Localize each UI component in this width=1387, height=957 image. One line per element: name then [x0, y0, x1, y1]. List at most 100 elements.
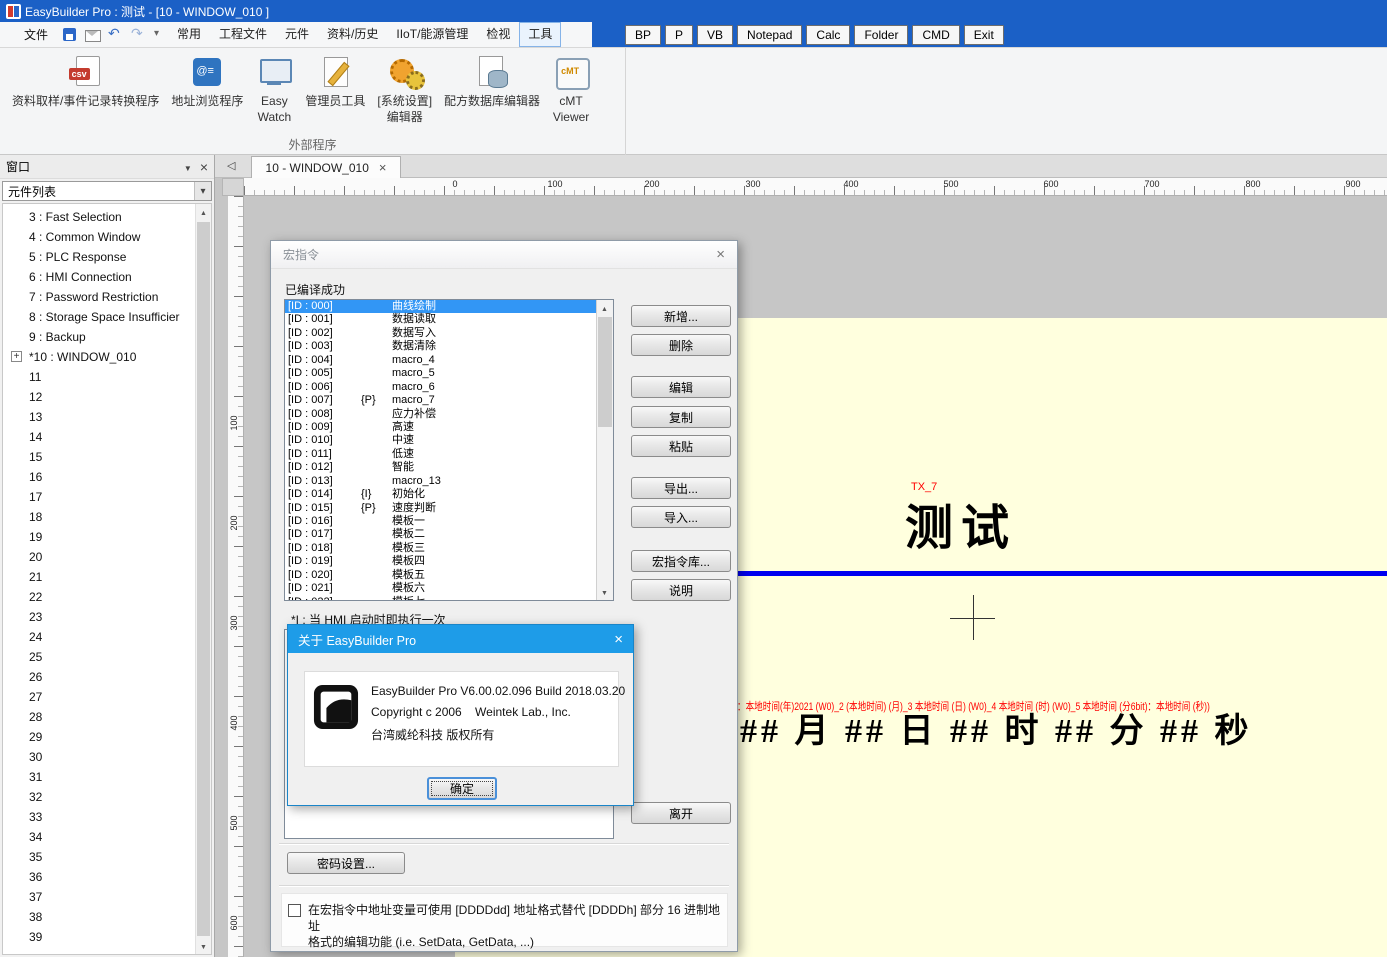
macro-list-item[interactable]: [ID : 014] {I} 初始化 — [285, 488, 613, 501]
add-macro-button[interactable]: 新增... — [631, 305, 731, 327]
window-tree-item[interactable]: 12 — [3, 387, 211, 407]
redo-icon[interactable] — [131, 27, 147, 43]
tab-tools[interactable]: 工具 — [519, 22, 561, 47]
window-tree-item[interactable]: 7 : Password Restriction — [3, 287, 211, 307]
macro-library-button[interactable]: 宏指令库... — [631, 550, 731, 572]
macro-list-item[interactable]: [ID : 015] {P} 速度判断 — [285, 502, 613, 515]
window-tree-item[interactable]: 31 — [3, 767, 211, 787]
window-tree-item[interactable]: 24 — [3, 627, 211, 647]
help-button[interactable]: 说明 — [631, 579, 731, 601]
paste-macro-button[interactable]: 粘贴 — [631, 435, 731, 457]
scroll-up-icon[interactable] — [196, 204, 211, 220]
quick-launch-button[interactable]: VB — [697, 25, 733, 45]
window-tree-item[interactable]: 11 — [3, 367, 211, 387]
tab-home[interactable]: 常用 — [168, 22, 210, 47]
macro-list-item[interactable]: [ID : 006] macro_6 — [285, 381, 613, 394]
window-tree-item[interactable]: 19 — [3, 527, 211, 547]
expand-icon[interactable] — [11, 351, 22, 362]
window-tree-item[interactable]: 15 — [3, 447, 211, 467]
document-tab[interactable]: 10 - WINDOW_010 — [251, 156, 401, 178]
window-tree-item[interactable]: 25 — [3, 647, 211, 667]
delete-macro-button[interactable]: 删除 — [631, 334, 731, 356]
window-tree-item[interactable]: 39 — [3, 927, 211, 947]
window-tree-item[interactable]: 18 — [3, 507, 211, 527]
quick-launch-button[interactable]: Folder — [854, 25, 908, 45]
exit-dialog-button[interactable]: 离开 — [631, 802, 731, 824]
view-mode-dropdown[interactable]: 元件列表 — [2, 181, 212, 201]
undo-icon[interactable] — [108, 27, 124, 43]
macro-list-item[interactable]: [ID : 016] 模板一 — [285, 515, 613, 528]
canvas-text-object[interactable]: 测试 — [905, 488, 1017, 558]
window-tree-item[interactable]: 3 : Fast Selection — [3, 207, 211, 227]
ribbon-tool-button[interactable]: Easy Watch — [249, 55, 299, 125]
macro-list-item[interactable]: [ID : 019] 模板四 — [285, 555, 613, 568]
window-tree-item[interactable]: 20 — [3, 547, 211, 567]
macro-list-item[interactable]: [ID : 022] 模板七 — [285, 596, 613, 601]
address-format-checkbox[interactable] — [288, 904, 301, 917]
ribbon-tool-button[interactable]: [系统设置] 编辑器 — [371, 55, 438, 125]
window-tree-item[interactable]: 17 — [3, 487, 211, 507]
window-tree-item[interactable]: 32 — [3, 787, 211, 807]
window-tree-item[interactable]: 23 — [3, 607, 211, 627]
macro-list-item[interactable]: [ID : 010] 中速 — [285, 434, 613, 447]
scroll-down-icon[interactable] — [597, 584, 612, 600]
window-tree-item[interactable]: *10 : WINDOW_010 — [3, 347, 211, 367]
window-tree-item[interactable]: 5 : PLC Response — [3, 247, 211, 267]
macro-list-item[interactable]: [ID : 020] 模板五 — [285, 569, 613, 582]
window-tree-item[interactable]: 16 — [3, 467, 211, 487]
scroll-up-icon[interactable] — [597, 300, 612, 316]
ribbon-tool-button[interactable]: cMT Viewer — [546, 55, 596, 125]
window-tree-item[interactable]: 37 — [3, 887, 211, 907]
macro-list-item[interactable]: [ID : 007] {P} macro_7 — [285, 394, 613, 407]
export-icon[interactable] — [85, 27, 101, 43]
scrollbar-thumb[interactable] — [197, 222, 210, 936]
quick-launch-button[interactable]: BP — [625, 25, 661, 45]
window-tree-item[interactable]: 9 : Backup — [3, 327, 211, 347]
tab-project[interactable]: 工程文件 — [210, 22, 276, 47]
close-tab-icon[interactable] — [379, 160, 387, 175]
window-tree-item[interactable]: 8 : Storage Space Insufficier — [3, 307, 211, 327]
tab-view[interactable]: 检视 — [477, 22, 519, 47]
close-icon[interactable] — [716, 246, 725, 263]
ribbon-tool-button[interactable]: 管理员工具 — [299, 55, 371, 110]
macro-list-item[interactable]: [ID : 012] 智能 — [285, 461, 613, 474]
import-macro-button[interactable]: 导入... — [631, 506, 731, 528]
dialog-title-bar[interactable]: 关于 EasyBuilder Pro — [288, 625, 633, 653]
scrollbar-thumb[interactable] — [598, 317, 612, 427]
window-tree-item[interactable]: 29 — [3, 727, 211, 747]
window-tree-item[interactable]: 22 — [3, 587, 211, 607]
macro-list-item[interactable]: [ID : 005] macro_5 — [285, 367, 613, 380]
quick-launch-button[interactable]: P — [665, 25, 693, 45]
window-tree-item[interactable]: 27 — [3, 687, 211, 707]
save-icon[interactable] — [62, 27, 78, 43]
chevron-down-icon[interactable] — [184, 160, 192, 174]
macro-list-item[interactable]: [ID : 002] 数据写入 — [285, 327, 613, 340]
window-tree-item[interactable]: 35 — [3, 847, 211, 867]
edit-macro-button[interactable]: 编辑 — [631, 376, 731, 398]
window-tree-item[interactable]: 6 : HMI Connection — [3, 267, 211, 287]
tab-iiot-energy[interactable]: IIoT/能源管理 — [387, 22, 477, 47]
window-tree-item[interactable]: 13 — [3, 407, 211, 427]
window-tree-item[interactable]: 38 — [3, 907, 211, 927]
macro-list-item[interactable]: [ID : 000] 曲线绘制 — [285, 300, 613, 313]
window-tree-item[interactable]: 36 — [3, 867, 211, 887]
menu-file[interactable]: 文件 — [14, 23, 58, 46]
quick-launch-button[interactable]: Exit — [964, 25, 1004, 45]
macro-list-item[interactable]: [ID : 013] macro_13 — [285, 475, 613, 488]
tab-object[interactable]: 元件 — [276, 22, 318, 47]
window-tree-item[interactable]: 26 — [3, 667, 211, 687]
copy-macro-button[interactable]: 复制 — [631, 406, 731, 428]
macro-list-item[interactable]: [ID : 011] 低速 — [285, 448, 613, 461]
macro-list-item[interactable]: [ID : 003] 数据清除 — [285, 340, 613, 353]
close-icon[interactable] — [614, 631, 623, 648]
macro-list-item[interactable]: [ID : 021] 模板六 — [285, 582, 613, 595]
close-icon[interactable] — [200, 159, 208, 175]
window-tree-item[interactable]: 4 : Common Window — [3, 227, 211, 247]
ribbon-tool-button[interactable]: 配方数据库编辑器 — [438, 55, 546, 110]
ok-button[interactable]: 确定 — [427, 777, 497, 800]
macro-list-item[interactable]: [ID : 018] 模板三 — [285, 542, 613, 555]
window-tree-item[interactable]: 21 — [3, 567, 211, 587]
window-tree-item[interactable]: 30 — [3, 747, 211, 767]
macro-list-scrollbar[interactable] — [596, 300, 613, 600]
ribbon-tool-button[interactable]: 地址浏览程序 — [165, 55, 249, 110]
